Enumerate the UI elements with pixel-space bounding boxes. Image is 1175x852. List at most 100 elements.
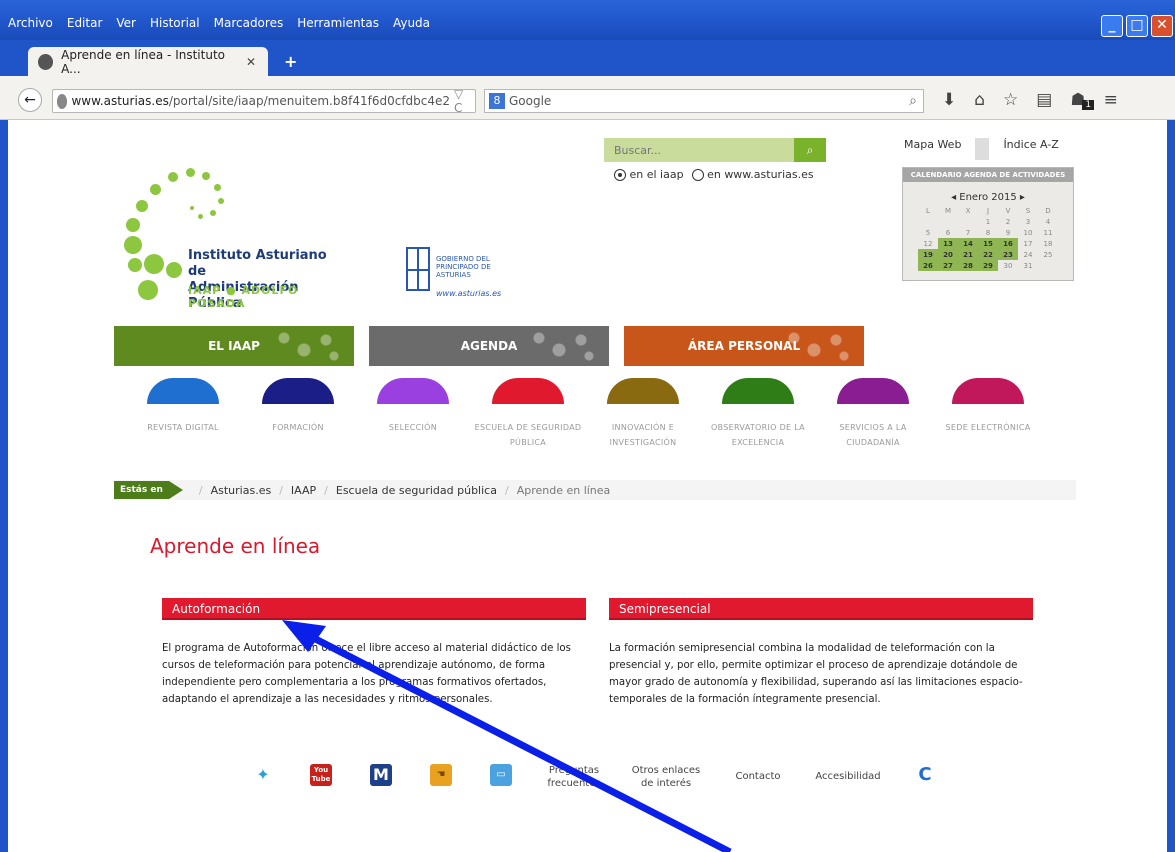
section-autoformacion-header[interactable]: Autoformación	[162, 598, 586, 620]
nav-el-iaap[interactable]: EL IAAP	[114, 326, 354, 366]
quick-link-item[interactable]: OBSERVATORIO DE LA EXCELENCIA	[703, 378, 813, 450]
quick-link-label[interactable]: SEDE ELECTRÓNICA	[933, 420, 1043, 435]
calendar-day[interactable]: 24	[1018, 249, 1038, 260]
radio-iaap[interactable]: en el iaap	[614, 168, 684, 181]
calendar-day[interactable]: 6	[938, 227, 958, 238]
menu-editar[interactable]: Editar	[67, 16, 103, 30]
calendar-day[interactable]: 25	[1038, 249, 1058, 260]
calendar-day[interactable]: 14	[958, 238, 978, 249]
google-icon[interactable]: 8	[489, 93, 505, 109]
quick-link-item[interactable]: SEDE ELECTRÓNICA	[933, 378, 1043, 435]
radio-asturias[interactable]: en www.asturias.es	[691, 168, 814, 181]
site-search-button[interactable]: ⌕	[794, 138, 826, 162]
blog-icon[interactable]: ▭	[490, 764, 512, 786]
menu-icon[interactable]: ≡	[1104, 90, 1118, 110]
calendar-day[interactable]: 30	[998, 260, 1018, 271]
quick-link-circle-icon[interactable]	[722, 378, 794, 404]
link-indice[interactable]: Índice A-Z	[1003, 138, 1072, 160]
gobierno-asturias-logo[interactable]: GOBIERNO DEL PRINCIPADO DE ASTURIAS www.…	[406, 245, 526, 301]
nav-agenda[interactable]: AGENDA	[369, 326, 609, 366]
maximize-button[interactable]: □	[1126, 15, 1148, 37]
calendar-day[interactable]: 18	[1038, 238, 1058, 249]
twitter-icon[interactable]: ✦	[252, 764, 274, 786]
m-icon[interactable]: M	[370, 764, 392, 786]
menu-marcadores[interactable]: Marcadores	[214, 16, 284, 30]
breadcrumb-iaap[interactable]: IAAP	[291, 484, 316, 497]
star-icon[interactable]: ☆	[1003, 90, 1018, 110]
close-tab-icon[interactable]: ✕	[246, 55, 256, 69]
quick-link-label[interactable]: INNOVACIÓN E INVESTIGACIÓN	[588, 420, 698, 450]
calendar-day[interactable]: 1	[978, 216, 998, 227]
quick-link-item[interactable]: SELECCIÓN	[358, 378, 468, 435]
calendar-day[interactable]: 26	[918, 260, 938, 271]
reload-icon[interactable]: ▽ C	[454, 87, 469, 115]
calendar-day[interactable]: 31	[1018, 260, 1038, 271]
calendar-day[interactable]: 15	[978, 238, 998, 249]
quick-link-circle-icon[interactable]	[837, 378, 909, 404]
quick-link-circle-icon[interactable]	[607, 378, 679, 404]
reading-list-icon[interactable]: ▤	[1036, 90, 1052, 110]
calendar-day[interactable]: 8	[978, 227, 998, 238]
calendar-day[interactable]: 28	[958, 260, 978, 271]
c-icon[interactable]: C	[914, 764, 936, 786]
home-icon[interactable]: ⌂	[974, 90, 985, 110]
calendar-day[interactable]: 23	[998, 249, 1018, 260]
browser-search-box[interactable]: 8 Google ⌕	[484, 89, 924, 113]
quick-link-label[interactable]: SERVICIOS A LA CIUDADANÍA	[818, 420, 928, 450]
calendar-day[interactable]: 3	[1018, 216, 1038, 227]
minimize-button[interactable]: _	[1101, 15, 1123, 37]
link-mapa-web[interactable]: Mapa Web	[904, 138, 975, 160]
ghostery-icon[interactable]: ☗ 1	[1070, 90, 1095, 110]
quick-link-circle-icon[interactable]	[147, 378, 219, 404]
quick-link-label[interactable]: OBSERVATORIO DE LA EXCELENCIA	[703, 420, 813, 450]
quick-link-circle-icon[interactable]	[492, 378, 564, 404]
calendar-day[interactable]: 21	[958, 249, 978, 260]
nav-area-personal[interactable]: ÁREA PERSONAL	[624, 326, 864, 366]
calendar-day[interactable]: 20	[938, 249, 958, 260]
calendar-day[interactable]: 13	[938, 238, 958, 249]
browser-tab[interactable]: Aprende en línea - Instituto A... ✕	[28, 47, 268, 76]
calendar-day[interactable]: 5	[918, 227, 938, 238]
calendar-day[interactable]: 11	[1038, 227, 1058, 238]
quick-link-label[interactable]: REVISTA DIGITAL	[128, 420, 238, 435]
quick-link-item[interactable]: ESCUELA DE SEGURIDAD PÚBLICA	[473, 378, 583, 450]
quick-link-label[interactable]: SELECCIÓN	[358, 420, 468, 435]
calendar-day[interactable]: 9	[998, 227, 1018, 238]
site-search-input[interactable]	[604, 138, 794, 162]
quick-link-item[interactable]: REVISTA DIGITAL	[128, 378, 238, 435]
iaap-logo[interactable]: Instituto Asturiano de Administración Pú…	[114, 162, 346, 311]
quick-link-item[interactable]: FORMACIÓN	[243, 378, 353, 435]
section-semipresencial-header[interactable]: Semipresencial	[609, 598, 1033, 620]
url-bar[interactable]: www.asturias.es/portal/site/iaap/menuite…	[52, 87, 476, 115]
menu-archivo[interactable]: Archivo	[8, 16, 53, 30]
quick-link-label[interactable]: ESCUELA DE SEGURIDAD PÚBLICA	[473, 420, 583, 450]
back-button[interactable]: ←	[18, 88, 42, 112]
link-faq[interactable]: Preguntas frecuentes	[546, 764, 602, 790]
quick-link-label[interactable]: FORMACIÓN	[243, 420, 353, 435]
quick-link-item[interactable]: SERVICIOS A LA CIUDADANÍA	[818, 378, 928, 450]
search-icon[interactable]: ⌕	[909, 93, 917, 109]
hand-icon[interactable]: ☚	[430, 764, 452, 786]
download-icon[interactable]: ⬇	[942, 90, 956, 110]
quick-link-circle-icon[interactable]	[262, 378, 334, 404]
quick-link-circle-icon[interactable]	[952, 378, 1024, 404]
new-tab-button[interactable]: +	[284, 52, 297, 71]
link-contact[interactable]: Contacto	[730, 770, 786, 783]
calendar-day[interactable]: 4	[1038, 216, 1058, 227]
quick-link-item[interactable]: INNOVACIÓN E INVESTIGACIÓN	[588, 378, 698, 450]
menu-herramientas[interactable]: Herramientas	[297, 16, 379, 30]
link-accessibility[interactable]: Accesibilidad	[810, 770, 886, 783]
calendar-day[interactable]: 27	[938, 260, 958, 271]
calendar-day[interactable]: 2	[998, 216, 1018, 227]
youtube-icon[interactable]: You Tube	[310, 764, 332, 786]
menu-ver[interactable]: Ver	[116, 16, 136, 30]
close-window-button[interactable]: ✕	[1151, 15, 1173, 37]
menu-historial[interactable]: Historial	[150, 16, 200, 30]
calendar-day[interactable]: 19	[918, 249, 938, 260]
breadcrumb-escuela[interactable]: Escuela de seguridad pública	[336, 484, 497, 497]
calendar-day[interactable]: 12	[918, 238, 938, 249]
link-other[interactable]: Otros enlaces de interés	[630, 764, 702, 790]
calendar-day[interactable]: 10	[1018, 227, 1038, 238]
calendar-day[interactable]: 16	[998, 238, 1018, 249]
calendar-day[interactable]: 29	[978, 260, 998, 271]
